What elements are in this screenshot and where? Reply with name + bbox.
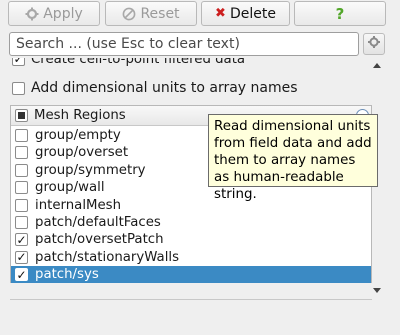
mesh-region-item[interactable]: patch/defaultFaces: [11, 214, 371, 231]
mesh-region-checkbox[interactable]: [15, 268, 28, 282]
delete-x-icon: ✖: [215, 6, 226, 21]
toolbar: Apply Reset ✖ Delete ?: [0, 0, 400, 28]
mesh-region-item[interactable]: patch/sys: [11, 266, 371, 284]
mesh-region-checkbox[interactable]: [15, 233, 28, 247]
search-placeholder: Search ... (use Esc to clear text): [16, 36, 240, 52]
horizontal-scrollbar[interactable]: [10, 299, 372, 307]
dimensional-units-checkbox[interactable]: [12, 81, 25, 95]
gear-icon: [367, 35, 381, 53]
search-settings-button[interactable]: [363, 33, 385, 55]
gear-icon: [25, 7, 39, 21]
apply-button[interactable]: Apply: [8, 1, 100, 26]
mesh-region-checkbox[interactable]: [15, 146, 28, 160]
delete-label: Delete: [229, 5, 276, 22]
option-clip: Create cell-to-point filtered data: [0, 58, 372, 70]
mesh-region-checkbox[interactable]: [15, 181, 28, 195]
apply-label: Apply: [43, 5, 83, 22]
mesh-region-item[interactable]: patch/oversetPatch: [11, 231, 371, 248]
mesh-region-label: patch/stationaryWalls: [35, 249, 180, 265]
option-dimensional-units[interactable]: Add dimensional units to array names: [12, 78, 298, 98]
mesh-region-label: group/wall: [35, 180, 105, 196]
mesh-region-label: group/overset: [35, 145, 129, 161]
mesh-region-label: patch/defaultFaces: [35, 215, 161, 230]
mesh-regions-header-label: Mesh Regions: [34, 108, 126, 123]
mesh-region-checkbox[interactable]: [15, 198, 28, 212]
dimensional-units-label: Add dimensional units to array names: [31, 80, 298, 96]
help-question-icon: ?: [335, 4, 345, 23]
mesh-region-checkbox[interactable]: [15, 163, 28, 177]
mesh-region-checkbox[interactable]: [15, 216, 28, 229]
mesh-region-item[interactable]: patch/stationaryWalls: [11, 249, 371, 266]
mesh-regions-select-all-checkbox[interactable]: [15, 109, 28, 122]
reset-button[interactable]: Reset: [105, 1, 197, 26]
mesh-region-label: group/empty: [35, 128, 121, 143]
mesh-region-label: patch/oversetPatch: [35, 232, 164, 248]
no-entry-icon: [122, 7, 136, 21]
delete-button[interactable]: ✖ Delete: [201, 1, 290, 26]
reset-label: Reset: [140, 5, 180, 22]
tooltip: Read dimensional units from field data a…: [208, 114, 378, 202]
mesh-region-label: internalMesh: [35, 197, 122, 213]
cell-to-point-label: Create cell-to-point filtered data: [31, 58, 246, 67]
mesh-region-label: patch/sys: [35, 267, 99, 283]
mesh-region-checkbox[interactable]: [15, 129, 28, 142]
mesh-region-label: group/symmetry: [35, 162, 146, 178]
mesh-region-item[interactable]: internalMesh: [11, 197, 371, 214]
mesh-region-checkbox[interactable]: [15, 250, 28, 264]
search-input[interactable]: Search ... (use Esc to clear text): [9, 32, 359, 56]
help-button[interactable]: ?: [294, 1, 386, 26]
option-cell-to-point[interactable]: Create cell-to-point filtered data: [12, 58, 245, 69]
scroll-down-arrow-icon[interactable]: [373, 288, 381, 293]
scroll-up-arrow-icon[interactable]: [373, 63, 381, 68]
cell-to-point-checkbox[interactable]: [12, 58, 25, 66]
